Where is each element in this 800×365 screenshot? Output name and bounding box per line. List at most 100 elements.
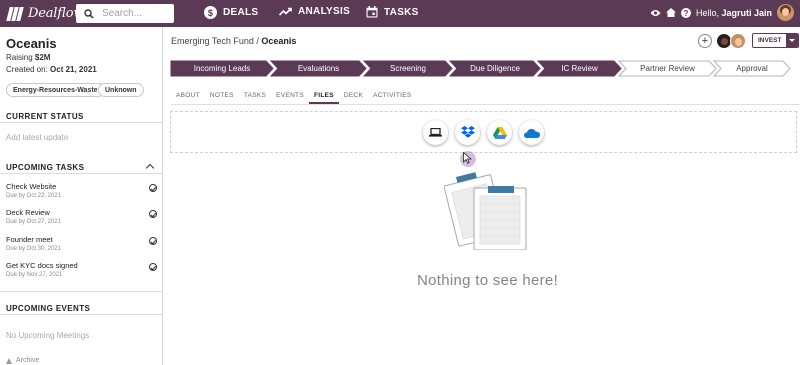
created-date: Oct 21, 2021 [50,65,97,74]
nav-analysis-label: ANALYSIS [298,6,351,17]
tab-notes[interactable]: NOTES [205,90,239,104]
svg-text:?: ? [684,9,689,18]
invest-label: INVEST [753,34,787,47]
search-icon [84,8,94,19]
pipeline-stage[interactable]: Due Diligence [448,60,541,77]
check-circle-icon[interactable] [149,263,157,271]
pipeline-stage-label: Screening [389,64,427,73]
trending-up-icon [279,7,292,16]
task-item[interactable]: Check Website Due by Oct 22, 2021 [6,182,157,199]
dealflow-logo[interactable]: Dealflow [6,6,85,21]
help-icon[interactable]: ? [680,7,691,18]
divider [0,122,162,123]
upcoming-tasks-title: UPCOMING TASKS [6,163,85,172]
deal-pipeline: Incoming Leads Evaluations Screening Due Di… [170,60,800,77]
empty-clipboard-icon [444,172,527,250]
onedrive-icon [523,128,540,138]
raising-prefix: Raising [6,53,35,62]
pipeline-stage-label: Evaluations [297,64,340,73]
task-item[interactable]: Get KYC docs signed Due by Nov 27, 2021 [6,261,157,278]
user-name: Jagruti Jain [721,7,772,18]
laptop-icon [429,128,442,137]
task-due-date: Due by Oct 30, 2021 [6,246,62,252]
empty-state-message: Nothing to see here! [416,272,559,289]
pipeline-stage-label: Approval [736,64,768,73]
raising-amount: $2M [34,53,51,62]
nav-tasks[interactable]: TASKS [366,6,419,18]
tab-deck[interactable]: DECK [339,90,368,104]
task-item[interactable]: Founder meet Due by Oct 30, 2021 [6,235,157,252]
deal-tabs: ABOUT NOTES TASKS EVENTS FILES DECK ACTIVITIES [171,90,417,104]
archive-button[interactable]: Archive [6,357,39,364]
nav-tasks-label: TASKS [384,6,419,18]
dollar-icon: $ [204,6,217,19]
check-circle-icon[interactable] [149,184,157,192]
dropbox-icon [460,126,475,138]
upload-from-google-drive-button[interactable] [487,120,512,145]
raising-info: Raising $2M [6,53,50,62]
chevron-up-icon[interactable] [145,163,155,173]
company-sidebar: Oceanis Raising $2M Created on: Oct 21, … [0,27,163,365]
breadcrumb: Emerging Tech Fund / Oceanis [171,36,296,46]
upload-from-onedrive-button[interactable] [519,120,544,145]
tag-sector[interactable]: Energy-Resources-Waste [6,83,105,97]
pipeline-stage[interactable]: Evaluations [269,60,367,77]
archive-label: Archive [16,357,40,364]
task-title: Check Website [6,182,57,191]
pipeline-stage-label: Partner Review [640,64,695,73]
task-due-date: Due by Nov 27, 2021 [6,272,63,278]
task-due-date: Due by Oct 22, 2021 [6,193,62,199]
top-right-controls: ? Hello, Jagruti Jain [650,4,794,21]
pipeline-stage-label: Incoming Leads [193,64,251,73]
member-avatar[interactable] [730,33,746,49]
task-item[interactable]: Deck Review Due by Oct 27, 2021 [6,208,157,225]
check-circle-icon[interactable] [149,237,157,245]
upload-from-dropbox-button[interactable] [455,120,480,145]
tab-files[interactable]: FILES [308,90,339,104]
no-meetings-text: No Upcoming Meetings [6,331,90,340]
tag-stage[interactable]: Unknown [98,83,144,97]
pipeline-stage[interactable]: IC Review [536,60,622,77]
breadcrumb-company: Oceanis [261,36,297,46]
nav-deals-label: DEALS [223,7,259,18]
pipeline-stage-label: Due Diligence [470,64,520,73]
search-box[interactable] [76,4,174,23]
top-navigation-bar: Dealflow $ DEALS ANALYSIS TASKS [0,0,800,27]
tabs-divider [171,104,800,105]
warning-icon [6,357,12,364]
svg-text:$: $ [208,8,213,18]
nav-deals[interactable]: $ DEALS [204,6,258,19]
tab-activities[interactable]: ACTIVITIES [368,90,416,104]
divider [0,314,162,315]
home-icon[interactable] [665,8,676,17]
check-circle-icon[interactable] [149,210,157,218]
greeting-prefix: Hello, [695,7,722,18]
file-dropzone[interactable] [170,111,797,153]
greeting-text: Hello, Jagruti Jain [696,8,772,18]
task-due-date: Due by Oct 27, 2021 [6,219,62,225]
tab-tasks[interactable]: TASKS [239,90,271,104]
upcoming-events-title: UPCOMING EVENTS [6,304,91,313]
calendar-icon [366,6,378,18]
created-prefix: Created on: [6,65,51,74]
user-avatar[interactable] [777,4,794,21]
company-name: Oceanis [6,36,57,51]
task-title: Get KYC docs signed [6,261,78,270]
pipeline-stage[interactable]: Incoming Leads [170,60,274,77]
pipeline-stage-label: IC Review [561,64,598,73]
nav-analysis[interactable]: ANALYSIS [279,6,350,17]
search-input[interactable] [102,8,162,19]
tab-events[interactable]: EVENTS [271,90,309,104]
eye-icon[interactable] [650,9,661,17]
upload-from-computer-button[interactable] [423,120,448,145]
add-member-button[interactable]: + [698,34,712,48]
pipeline-stage[interactable]: Partner Review [617,60,717,77]
status-update-input[interactable]: Add latest update [6,133,68,142]
logo-mark-icon [6,6,24,21]
invest-dropdown-caret-icon[interactable] [786,34,799,47]
breadcrumb-fund[interactable]: Emerging Tech Fund [171,36,254,46]
pipeline-stage[interactable]: Screening [362,60,453,77]
pipeline-stage[interactable]: Approval [712,60,791,77]
tab-about[interactable]: ABOUT [171,90,205,104]
invest-button[interactable]: INVEST [752,33,800,48]
